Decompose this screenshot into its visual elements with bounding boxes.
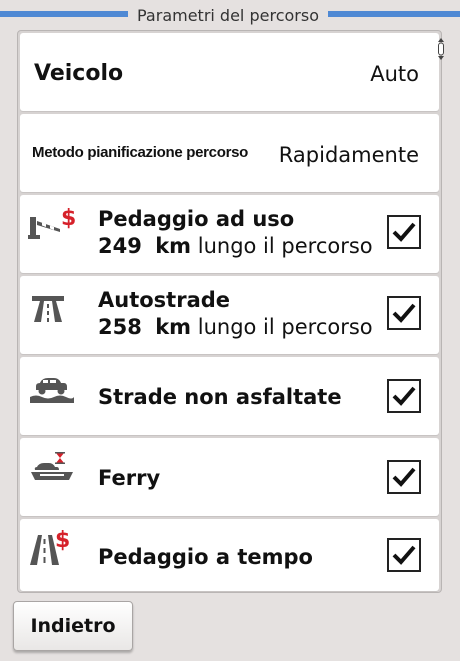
highway-icon xyxy=(28,288,76,328)
toll-road-icon: $ xyxy=(28,205,76,245)
toll-usage-distance-unit: km xyxy=(155,234,192,258)
highways-distance-value: 258 xyxy=(98,315,142,339)
back-button[interactable]: Indietro xyxy=(13,601,133,651)
unpaved-checkbox[interactable] xyxy=(387,379,421,413)
route-method-value: Rapidamente xyxy=(278,143,419,167)
route-method-label: Metodo pianificazione percorso xyxy=(32,144,249,161)
highways-row[interactable]: Autostrade 258 km lungo il percorso xyxy=(20,276,439,354)
time-toll-icon: $ xyxy=(28,528,76,569)
toll-usage-title: Pedaggio ad uso xyxy=(98,207,295,231)
header: Parametri del percorso xyxy=(0,0,460,30)
checkmark-icon xyxy=(392,386,416,406)
header-accent-right xyxy=(328,11,460,17)
checkmark-icon xyxy=(392,545,416,565)
vehicle-label: Veicolo xyxy=(34,61,124,86)
unpaved-title: Strade non asfaltate xyxy=(98,385,342,409)
header-accent-left xyxy=(0,11,128,17)
vehicle-value: Auto xyxy=(370,62,419,86)
scroll-indicator[interactable] xyxy=(437,38,445,60)
unpaved-row[interactable]: Strade non asfaltate xyxy=(20,357,439,435)
ferry-title: Ferry xyxy=(98,466,161,490)
toll-usage-distance-value: 249 xyxy=(98,234,142,258)
toll-usage-row[interactable]: $ Pedaggio ad uso 249 km lungo il percor… xyxy=(20,195,439,273)
toll-usage-distance-suffix: lungo il percorso xyxy=(197,234,373,258)
highways-checkbox[interactable] xyxy=(387,296,421,330)
ferry-row[interactable]: Ferry xyxy=(20,438,439,516)
vehicle-row[interactable]: Veicolo Auto xyxy=(20,33,439,111)
page-title: Parametri del percorso xyxy=(137,6,319,25)
time-toll-title: Pedaggio a tempo xyxy=(98,545,313,569)
highways-distance-unit: km xyxy=(155,315,192,339)
checkmark-icon xyxy=(392,303,416,323)
ferry-icon xyxy=(28,450,76,490)
ferry-checkbox[interactable] xyxy=(387,460,421,494)
toll-usage-distance: 249 km lungo il percorso xyxy=(98,234,373,258)
svg-text:$: $ xyxy=(55,529,70,553)
svg-text:$: $ xyxy=(61,206,76,231)
settings-panel: Veicolo Auto Metodo pianificazione perco… xyxy=(17,30,442,593)
route-method-row[interactable]: Metodo pianificazione percorso Rapidamen… xyxy=(20,114,439,192)
highways-title: Autostrade xyxy=(98,288,231,312)
time-toll-checkbox[interactable] xyxy=(387,538,421,572)
toll-usage-checkbox[interactable] xyxy=(387,215,421,249)
highways-distance-suffix: lungo il percorso xyxy=(197,315,373,339)
highways-distance: 258 km lungo il percorso xyxy=(98,315,373,339)
time-toll-row[interactable]: $ Pedaggio a tempo xyxy=(20,519,439,591)
unpaved-road-icon xyxy=(28,371,76,411)
checkmark-icon xyxy=(392,467,416,487)
checkmark-icon xyxy=(392,222,416,242)
